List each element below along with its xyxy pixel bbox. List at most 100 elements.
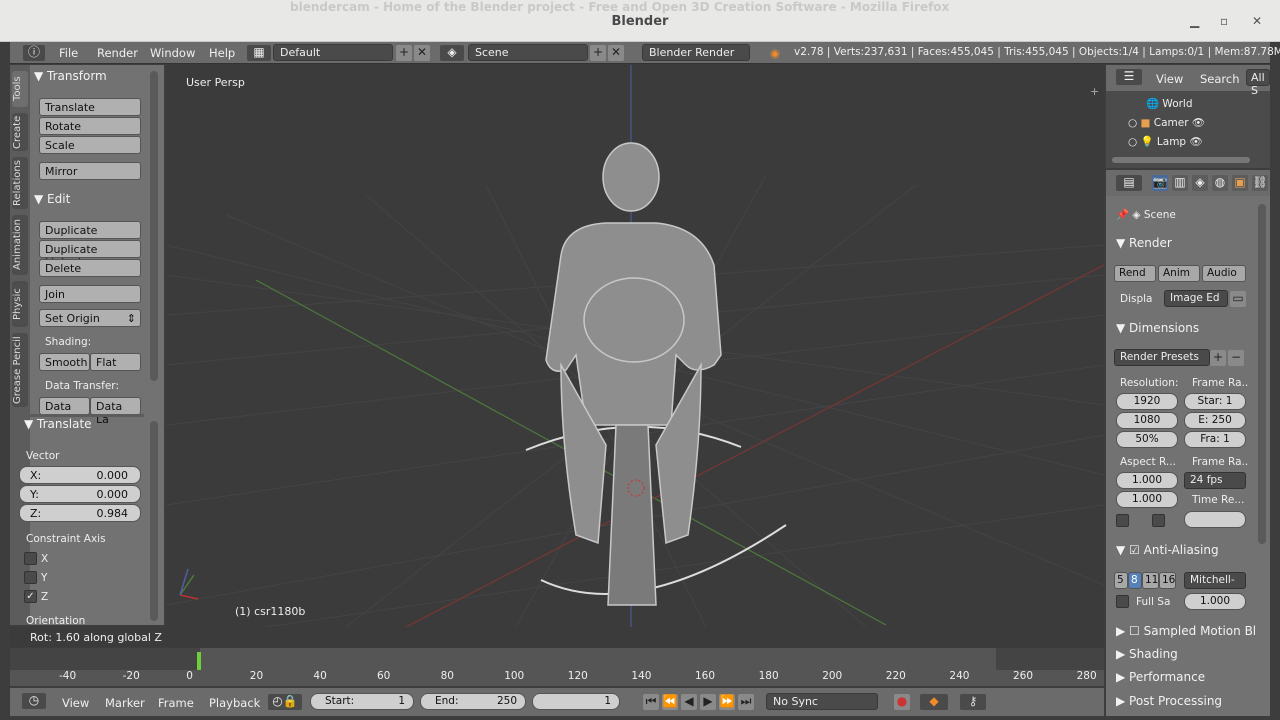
- aa-samples-16[interactable]: 16: [1159, 572, 1176, 589]
- outliner-display-select[interactable]: All S: [1246, 69, 1270, 97]
- fps-select[interactable]: 24 fps: [1184, 472, 1246, 489]
- aspect-y-field[interactable]: 1.000: [1116, 491, 1178, 508]
- world-tab-icon[interactable]: ◍: [1212, 175, 1228, 191]
- tab-relations[interactable]: Relations: [12, 157, 28, 209]
- vector-y-field[interactable]: Y: 0.000: [19, 485, 141, 503]
- shading-panel-header[interactable]: ▶ Shading: [1116, 647, 1178, 661]
- aa-filter-select[interactable]: Mitchell-: [1184, 572, 1246, 589]
- play-icon[interactable]: ▶: [700, 694, 716, 710]
- aa-samples-11[interactable]: 11: [1142, 572, 1159, 589]
- resolution-y-field[interactable]: 1080: [1116, 412, 1178, 429]
- scene-icon[interactable]: ◈: [440, 45, 464, 61]
- outliner-item-lamp[interactable]: ○ 💡 Lamp 👁: [1128, 135, 1268, 148]
- maximize-icon[interactable]: ▫: [1220, 14, 1228, 28]
- rotate-button[interactable]: Rotate: [39, 117, 141, 135]
- menu-file[interactable]: File: [59, 46, 78, 60]
- transform-panel-header[interactable]: ▼ Transform: [34, 69, 107, 83]
- timeline-menu-playback[interactable]: Playback: [209, 696, 260, 710]
- jump-prev-key-icon[interactable]: ⏪: [662, 694, 678, 710]
- duplicate-linked-button[interactable]: Duplicate Linked: [39, 240, 141, 269]
- vector-z-field[interactable]: Z: 0.984: [19, 504, 141, 522]
- scale-button[interactable]: Scale: [39, 136, 141, 154]
- join-button[interactable]: Join: [39, 285, 141, 303]
- layout-add-icon[interactable]: +: [396, 45, 412, 61]
- minimize-icon[interactable]: ▁: [1190, 14, 1199, 28]
- vector-x-field[interactable]: X: 0.000: [19, 466, 141, 484]
- border-checkbox[interactable]: [1116, 514, 1129, 527]
- aspect-x-field[interactable]: 1.000: [1116, 472, 1178, 489]
- edit-panel-header[interactable]: ▼ Edit: [34, 192, 70, 206]
- jump-end-icon[interactable]: ⏭: [738, 694, 754, 710]
- duplicate-button[interactable]: Duplicate: [39, 221, 141, 239]
- visibility-eye-icon[interactable]: 👁: [1189, 136, 1202, 148]
- render-still-button[interactable]: Rend: [1114, 265, 1156, 282]
- scene-add-icon[interactable]: +: [590, 45, 606, 61]
- render-panel-header[interactable]: ▼ Render: [1116, 236, 1172, 250]
- render-engine-select[interactable]: Blender Render: [642, 44, 750, 61]
- info-editor-icon[interactable]: ⓘ: [23, 45, 45, 61]
- anti-aliasing-panel-header[interactable]: ▼ ☑ Anti-Aliasing: [1116, 543, 1219, 557]
- dimensions-panel-header[interactable]: ▼ Dimensions: [1116, 321, 1199, 335]
- display-lock-icon[interactable]: ▭: [1230, 291, 1246, 307]
- keying-set-icon[interactable]: ⚷: [960, 694, 986, 710]
- visibility-eye-icon[interactable]: 👁: [1192, 117, 1205, 129]
- data-button[interactable]: Data: [39, 397, 90, 415]
- render-animation-button[interactable]: Anim: [1158, 265, 1200, 282]
- properties-editor-icon[interactable]: ▤: [1116, 175, 1142, 191]
- timeline-menu-marker[interactable]: Marker: [105, 696, 145, 710]
- resolution-percent-field[interactable]: 50%: [1116, 431, 1178, 448]
- outliner-search-menu[interactable]: Search: [1200, 72, 1240, 86]
- 3d-viewport[interactable]: User Persp (1) csr1180b +: [166, 65, 1104, 627]
- flat-button[interactable]: Flat: [90, 353, 141, 371]
- sampled-motion-checkbox[interactable]: ☐: [1129, 624, 1140, 638]
- current-frame-marker[interactable]: [197, 652, 201, 670]
- translate-button[interactable]: Translate: [39, 98, 141, 116]
- scene-remove-icon[interactable]: ✕: [608, 45, 624, 61]
- timeline-menu-view[interactable]: View: [62, 696, 89, 710]
- operator-scrollbar[interactable]: [150, 421, 158, 621]
- render-layers-tab-icon[interactable]: ▥: [1172, 175, 1188, 191]
- aa-samples-5[interactable]: 5: [1114, 572, 1128, 589]
- frame-end-field[interactable]: E: 250: [1184, 412, 1246, 429]
- jump-start-icon[interactable]: ⏮: [643, 694, 659, 710]
- start-frame-field[interactable]: Start: 1: [310, 693, 414, 710]
- tab-create[interactable]: Create: [12, 113, 28, 151]
- properties-scrollbar[interactable]: [1258, 204, 1266, 544]
- tab-grease-pencil[interactable]: Grease Pencil: [12, 333, 28, 407]
- set-origin-dropdown[interactable]: Set Origin ⇕: [39, 309, 141, 327]
- jump-next-key-icon[interactable]: ⏩: [719, 694, 735, 710]
- crop-checkbox[interactable]: [1152, 514, 1165, 527]
- end-frame-field[interactable]: End: 250: [420, 693, 526, 710]
- scene-tab-icon[interactable]: ◈: [1192, 175, 1208, 191]
- timeline-menu-frame[interactable]: Frame: [158, 696, 194, 710]
- play-reverse-icon[interactable]: ◀: [681, 694, 697, 710]
- viewport-expand-icon[interactable]: +: [1090, 85, 1099, 98]
- constraint-y-checkbox[interactable]: [24, 571, 37, 584]
- performance-panel-header[interactable]: ▶ Performance: [1116, 670, 1205, 684]
- data-layout-button[interactable]: Data La: [90, 397, 141, 426]
- current-frame-field[interactable]: 1: [532, 693, 620, 710]
- translate-operator-header[interactable]: ▼ Translate: [24, 417, 92, 431]
- full-sample-checkbox[interactable]: [1116, 595, 1129, 608]
- object-tab-icon[interactable]: ▣: [1232, 175, 1248, 191]
- outliner-item-world[interactable]: 🌐 World: [1146, 97, 1193, 110]
- sync-select[interactable]: No Sync: [766, 693, 878, 710]
- render-presets-select[interactable]: Render Presets: [1114, 349, 1210, 366]
- display-select[interactable]: Image Ed: [1164, 290, 1228, 307]
- frame-step-field[interactable]: Fra: 1: [1184, 431, 1246, 448]
- constraint-x-checkbox[interactable]: [24, 552, 37, 565]
- outliner-editor-icon[interactable]: ☰: [1116, 69, 1142, 85]
- outliner-hscrollbar[interactable]: [1112, 157, 1250, 163]
- timeline[interactable]: -40 -20 0 20 40 60 80 100 120 140 160 180 200 220 240 2…: [10, 648, 1104, 686]
- layout-field[interactable]: Default: [273, 44, 393, 61]
- keying-icon[interactable]: ◆: [920, 694, 948, 710]
- tab-animation[interactable]: Animation: [12, 215, 28, 275]
- layout-remove-icon[interactable]: ✕: [414, 45, 430, 61]
- outliner-item-camera[interactable]: ○ ■ Camer 👁: [1128, 116, 1268, 129]
- constraints-tab-icon[interactable]: ⛓: [1252, 175, 1268, 191]
- render-tab-icon[interactable]: 📷: [1152, 175, 1168, 191]
- aa-enabled-checkbox[interactable]: ☑: [1129, 543, 1140, 557]
- constraint-z-checkbox[interactable]: ✓: [24, 590, 37, 603]
- menu-help[interactable]: Help: [209, 46, 235, 60]
- preset-add-icon[interactable]: +: [1210, 350, 1226, 366]
